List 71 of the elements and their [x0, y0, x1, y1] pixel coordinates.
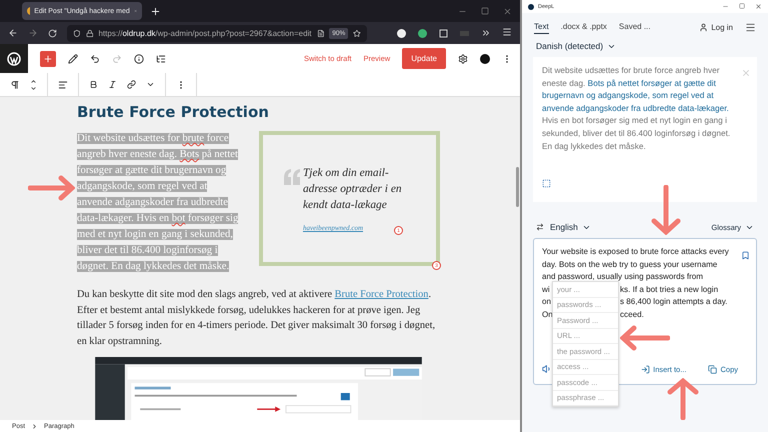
lock-icon — [86, 28, 94, 38]
translation-line: Your website is exposed to brute force attacks every — [542, 247, 729, 258]
translation-fragment: On — [542, 310, 554, 321]
undo-icon[interactable] — [90, 54, 100, 64]
move-up-icon[interactable] — [30, 78, 37, 84]
star-icon[interactable] — [353, 28, 361, 38]
more-formats-icon[interactable] — [146, 80, 155, 89]
maximize-icon[interactable] — [739, 3, 745, 9]
copy-icon — [708, 364, 718, 374]
insert-icon — [641, 364, 650, 374]
move-down-icon[interactable] — [30, 84, 37, 92]
translation-fragment: s 86,400 login attempts a day. — [620, 297, 728, 308]
translation-fragment: wi — [542, 284, 551, 296]
annotation-arrow — [620, 325, 670, 351]
mode-tab[interactable]: Saved ... — [618, 20, 650, 34]
close-icon[interactable] — [755, 3, 762, 10]
reader-icon[interactable] — [316, 28, 324, 38]
swap-icon[interactable] — [536, 223, 544, 231]
translation-line: day. Bots on the web try to guess your username — [542, 260, 718, 271]
avatar[interactable] — [480, 54, 490, 64]
shield-icon — [73, 28, 81, 38]
translation-fragment: on — [542, 297, 552, 308]
scrollbar[interactable] — [516, 167, 519, 207]
translation-fragment: cceed. — [620, 310, 644, 321]
extension-icon[interactable] — [439, 28, 448, 38]
maximize-icon[interactable] — [481, 6, 489, 14]
chevron-icon — [31, 422, 38, 430]
update-button[interactable]: Update — [402, 48, 446, 69]
source-language-dropdown[interactable]: Danish (detected) — [536, 41, 616, 51]
app-logo-icon — [528, 4, 534, 10]
mode-tab[interactable]: .docx & .pptx — [560, 20, 607, 34]
annotation-arrow — [667, 378, 699, 420]
post-heading: Brute Force Protection — [77, 103, 270, 121]
wordpress-logo[interactable] — [0, 44, 28, 73]
forward-icon[interactable] — [28, 28, 38, 38]
list-view-icon[interactable] — [156, 54, 166, 64]
paragraph-text: Du kan beskytte dit site mod den slags angreb, ved at aktivere Brute Force Protection. Efter et bestemt antal mislykkede forsøg, udelukkes hackeren for at prøve igen. Jeg tillader 5 forsøg inden for en 4-timers periode. Det giver maksimalt 30 forsøg i døgnet, en klar opstramning. — [77, 288, 436, 348]
back-icon[interactable] — [8, 28, 18, 38]
user-icon — [699, 22, 708, 32]
translation-line: and password, usually using passwords from — [542, 272, 704, 284]
pencil-icon[interactable] — [68, 54, 78, 64]
paragraph-icon[interactable] — [10, 80, 20, 90]
close-icon[interactable] — [503, 6, 512, 16]
overflow-icon[interactable] — [481, 28, 491, 38]
new-tab-icon[interactable] — [150, 6, 161, 16]
plus-icon — [43, 54, 53, 64]
reload-icon[interactable] — [48, 28, 57, 38]
selection-icon[interactable] — [542, 179, 551, 188]
login-button[interactable]: Log in — [699, 22, 733, 32]
favicon-icon — [27, 7, 30, 15]
bookmark-icon[interactable] — [741, 251, 750, 260]
text-link[interactable]: Brute Force Protection — [334, 289, 428, 300]
annotation-arrow — [651, 185, 681, 235]
align-icon[interactable] — [58, 80, 68, 90]
quote-mark-icon — [282, 168, 301, 186]
quote-text: Tjek om din email-adresse optræder i en kendt data-lækage — [302, 166, 403, 213]
bold-icon[interactable] — [89, 80, 98, 89]
menu-icon[interactable] — [502, 27, 512, 37]
extension-icon[interactable] — [397, 28, 406, 38]
annotation-arrow — [28, 175, 75, 201]
settings-icon[interactable] — [458, 54, 468, 64]
italic-icon[interactable] — [108, 80, 117, 89]
translation-fragment: ks. If a bot tries a new login — [620, 284, 718, 296]
mode-tab[interactable]: Text — [534, 20, 549, 34]
link-icon[interactable] — [127, 80, 136, 89]
menu-icon[interactable] — [745, 22, 756, 32]
info-icon[interactable] — [134, 54, 144, 64]
target-language-dropdown[interactable]: English — [550, 222, 591, 232]
speaker-icon[interactable] — [542, 364, 552, 374]
extension-icon[interactable] — [418, 28, 427, 38]
add-block-button[interactable] — [40, 50, 56, 66]
